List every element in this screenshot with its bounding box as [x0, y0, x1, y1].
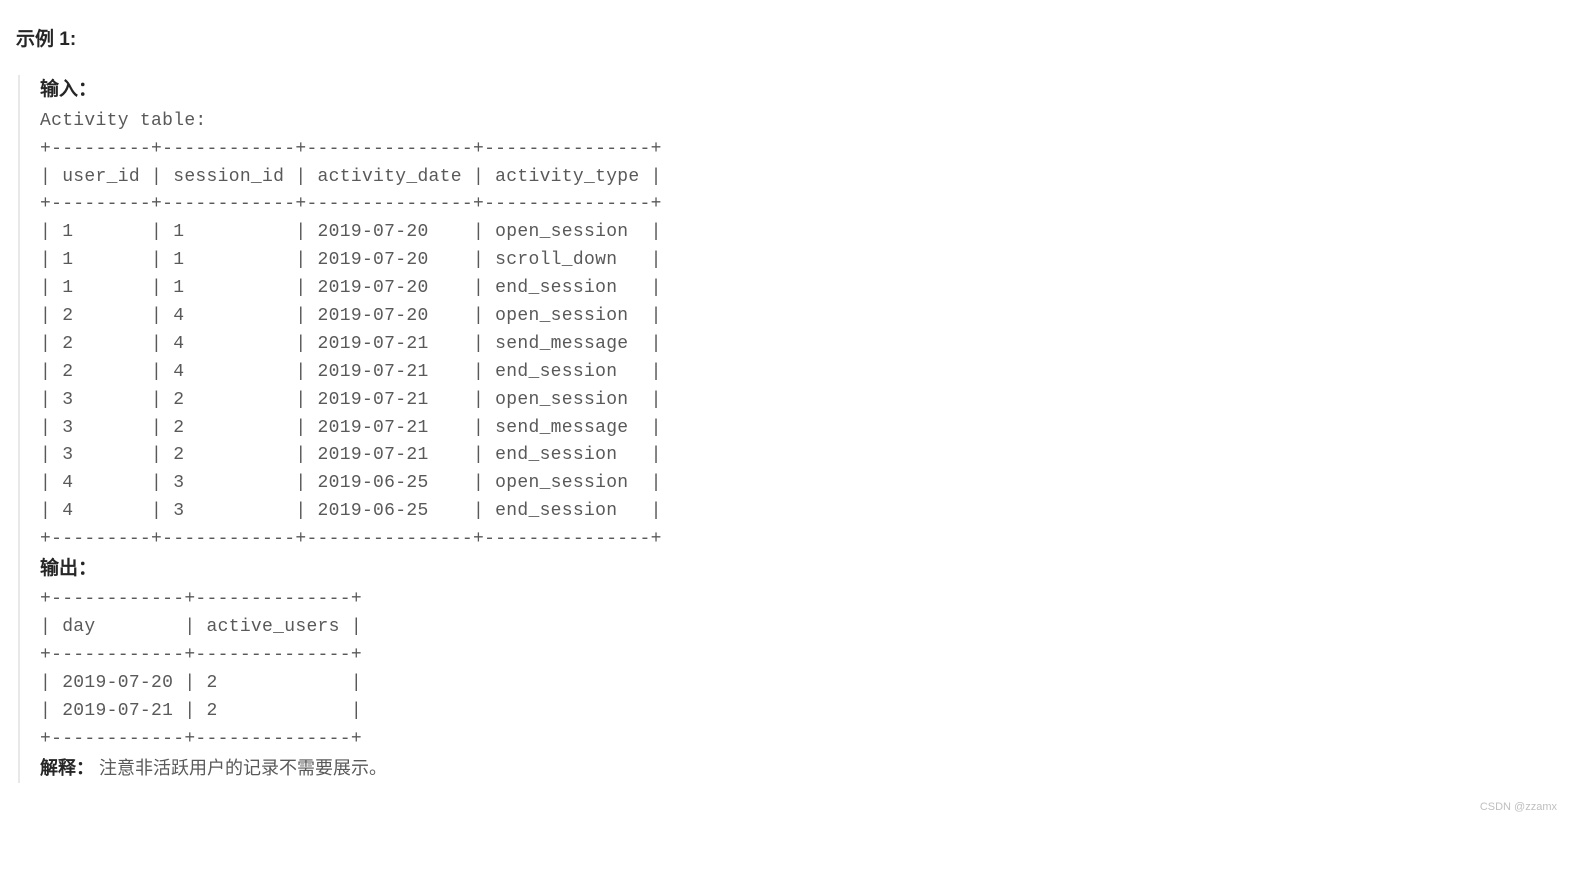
- input-table: +---------+------------+---------------+…: [40, 136, 1561, 554]
- explain-label: 解释：: [40, 758, 94, 778]
- input-table-name: Activity table:: [40, 108, 1561, 136]
- output-table: +------------+--------------+ | day | ac…: [40, 586, 1561, 753]
- input-label: 输入：: [40, 79, 97, 100]
- output-label: 输出：: [40, 558, 97, 579]
- example-title: 示例 1:: [16, 25, 1561, 55]
- watermark: CSDN @zzamx: [1480, 799, 1557, 817]
- example-content: 输入： Activity table: +---------+---------…: [18, 75, 1561, 782]
- explain-text: 注意非活跃用户的记录不需要展示。: [99, 758, 387, 778]
